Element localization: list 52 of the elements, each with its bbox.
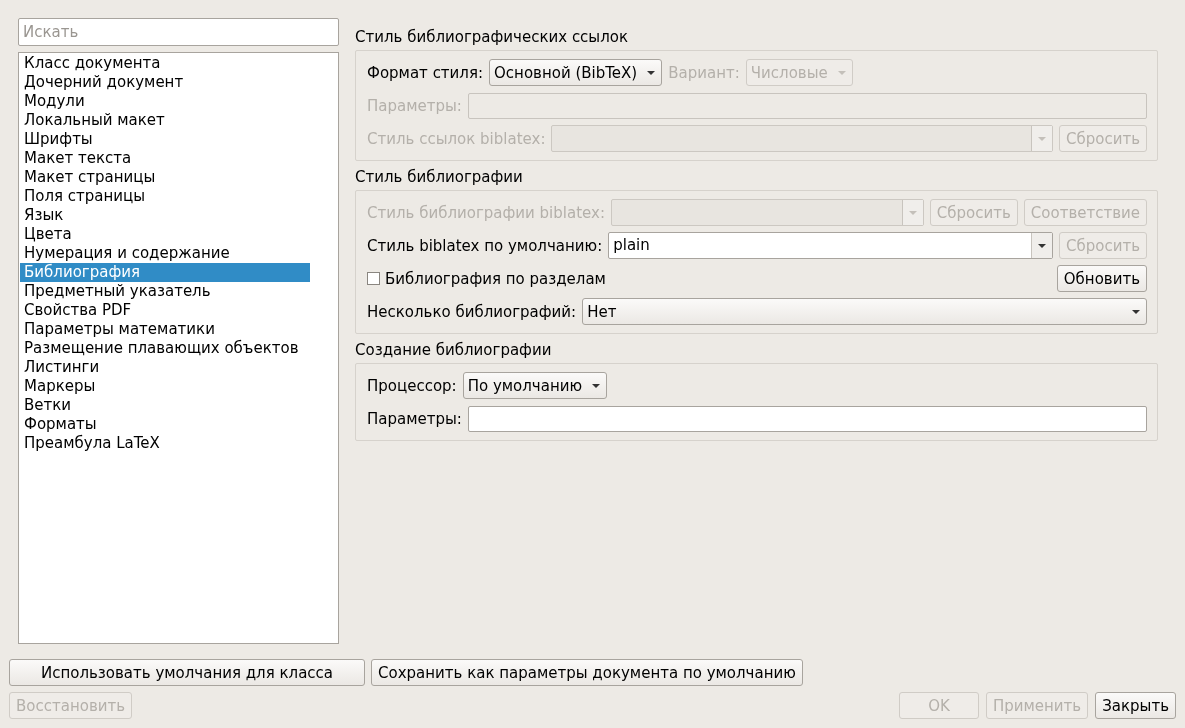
category-item[interactable]: Размещение плавающих объектов bbox=[20, 339, 310, 358]
category-item[interactable]: Предметный указатель bbox=[20, 282, 310, 301]
section-title: Стиль библиографии bbox=[355, 167, 523, 188]
field-label: Стиль ссылок biblatex: bbox=[367, 129, 546, 148]
category-item[interactable]: Модули bbox=[20, 92, 310, 111]
category-item[interactable]: Локальный макет bbox=[20, 111, 310, 130]
field-label: Стиль biblatex по умолчанию: bbox=[367, 236, 603, 255]
field-label: Процессор: bbox=[367, 376, 457, 395]
dropdown-arrow-icon bbox=[647, 70, 656, 75]
field-label: Формат стиля: bbox=[367, 63, 484, 82]
category-item[interactable]: Преамбула LaTeX bbox=[20, 434, 310, 453]
section-title: Стиль библиографических ссылок bbox=[355, 27, 629, 48]
dropdown-arrow-icon bbox=[908, 210, 917, 215]
dropdown-arrow-icon bbox=[1038, 136, 1046, 141]
field-label: Параметры: bbox=[367, 409, 462, 428]
checkbox-label[interactable]: Библиография по разделам bbox=[385, 269, 606, 288]
dropdown-arrow-icon bbox=[837, 70, 846, 75]
category-item[interactable]: Класс документа bbox=[20, 54, 310, 73]
category-item[interactable]: Библиография bbox=[20, 263, 310, 282]
category-item[interactable]: Маркеры bbox=[20, 377, 310, 396]
category-item[interactable]: Язык bbox=[20, 206, 310, 225]
dropdown-arrow-icon bbox=[1038, 243, 1046, 248]
category-item[interactable]: Свойства PDF bbox=[20, 301, 310, 320]
search-field[interactable]: Искать bbox=[18, 18, 339, 46]
input-field[interactable] bbox=[467, 405, 1147, 432]
category-item[interactable]: Параметры математики bbox=[20, 320, 310, 339]
category-item[interactable]: Макет страницы bbox=[20, 168, 310, 187]
dropdown[interactable]: По умолчанию bbox=[462, 372, 608, 399]
category-item[interactable]: Нумерация и содержание bbox=[20, 244, 310, 263]
category-item[interactable]: Ветки bbox=[20, 396, 310, 415]
field-label: Несколько библиографий: bbox=[367, 302, 577, 321]
category-item[interactable]: Листинги bbox=[20, 358, 310, 377]
field-label: Стиль библиографии biblatex: bbox=[367, 203, 605, 222]
section-title: Создание библиографии bbox=[355, 340, 552, 361]
category-item[interactable]: Цвета bbox=[20, 225, 310, 244]
button[interactable]: Использовать умолчания для класса bbox=[9, 659, 365, 686]
field-label: Параметры: bbox=[367, 96, 462, 115]
category-item[interactable]: Шрифты bbox=[20, 130, 310, 149]
category-item[interactable]: Макет текста bbox=[20, 149, 310, 168]
dropdown[interactable]: Нет bbox=[582, 298, 1147, 325]
checkbox[interactable] bbox=[367, 272, 380, 285]
button[interactable]: Сохранить как параметры документа по умолчанию bbox=[371, 659, 803, 686]
button[interactable]: Закрыть bbox=[1095, 692, 1176, 719]
combo-field[interactable]: plain bbox=[608, 232, 1053, 259]
field-label: Вариант: bbox=[668, 63, 740, 82]
dropdown[interactable]: Основной (BibTeX) bbox=[489, 59, 663, 86]
category-item[interactable]: Поля страницы bbox=[20, 187, 310, 206]
dropdown-arrow-icon bbox=[592, 383, 601, 388]
category-item[interactable]: Дочерний документ bbox=[20, 73, 310, 92]
button[interactable]: Обновить bbox=[1056, 265, 1147, 292]
dropdown-arrow-icon bbox=[1132, 309, 1140, 314]
category-item[interactable]: Форматы bbox=[20, 415, 310, 434]
